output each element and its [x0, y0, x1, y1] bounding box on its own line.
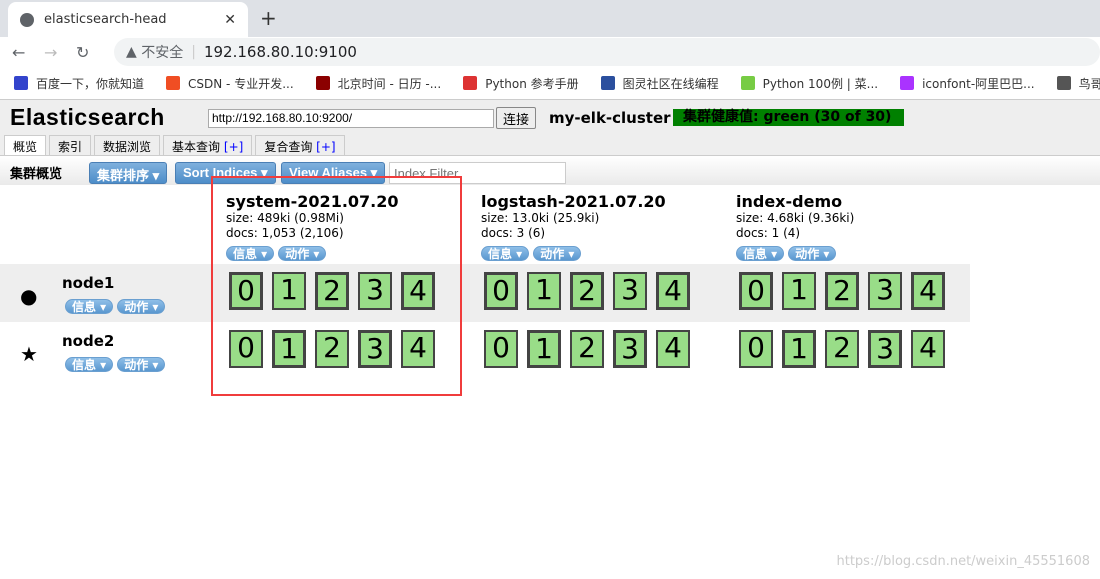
- replica-shard[interactable]: 1: [527, 272, 561, 310]
- bookmark-favicon-icon: [740, 76, 755, 90]
- browser-tab[interactable]: elasticsearch-head ✕: [8, 2, 248, 37]
- app-header: Elasticsearch http://192.168.80.10:9200/…: [0, 100, 1100, 156]
- primary-shard[interactable]: 0: [484, 272, 518, 310]
- primary-shard[interactable]: 0: [739, 272, 773, 310]
- bookmark-favicon-icon: [463, 76, 478, 90]
- back-icon[interactable]: ←: [12, 43, 44, 62]
- bookmarks-bar: 百度一下，你就知道 CSDN - 专业开发... 北京时间 - 日历 -... Pyt…: [0, 67, 1100, 100]
- bookmark-favicon-icon: [1056, 76, 1071, 90]
- circle-icon: ●: [20, 284, 38, 308]
- url-input[interactable]: ▲ 不安全 | 192.168.80.10:9100: [114, 38, 1100, 66]
- close-icon[interactable]: ✕: [224, 12, 236, 28]
- replica-shard[interactable]: 4: [911, 330, 945, 368]
- index-column: index-demo size: 4.68ki (9.36ki) docs: 1 (…: [736, 192, 855, 261]
- node-action-button[interactable]: 动作 ▾: [117, 357, 166, 372]
- bookmark-favicon-icon: [166, 76, 181, 90]
- primary-shard[interactable]: 1: [782, 330, 816, 368]
- node-row: ● node1 信息 ▾ 动作 ▾ 0 1 2 3 4 0 1 2 3 4 0 1 2 3 4: [0, 264, 970, 322]
- cluster-name: my-elk-cluster: [549, 109, 671, 127]
- replica-shard[interactable]: 3: [868, 272, 902, 310]
- index-action-button[interactable]: 动作 ▾: [788, 246, 837, 261]
- star-icon: ★: [20, 342, 38, 366]
- app-tab[interactable]: 复合查询 [+]: [255, 135, 345, 156]
- replica-shard[interactable]: 3: [613, 272, 647, 310]
- app-tab[interactable]: 基本查询 [+]: [163, 135, 253, 156]
- replica-shard[interactable]: 2: [825, 330, 859, 368]
- cluster-sort-button[interactable]: 集群排序 ▾: [89, 162, 168, 184]
- warning-icon: ▲: [126, 44, 137, 60]
- bookmark[interactable]: 图灵社区在线编程: [600, 75, 719, 92]
- app-tab[interactable]: 索引: [49, 135, 92, 156]
- watermark: https://blog.csdn.net/weixin_45551608: [836, 554, 1090, 569]
- primary-shard[interactable]: 3: [868, 330, 902, 368]
- bookmark-favicon-icon: [14, 76, 28, 90]
- overview-toolbar: 集群概览 集群排序 ▾ Sort Indices ▾ View Aliases …: [0, 155, 1100, 185]
- node-info-button[interactable]: 信息 ▾: [65, 299, 114, 314]
- app-tab[interactable]: 数据浏览: [94, 135, 161, 156]
- replica-shard[interactable]: 0: [484, 330, 518, 368]
- primary-shard[interactable]: 1: [527, 330, 561, 368]
- node-info-button[interactable]: 信息 ▾: [65, 357, 114, 372]
- primary-shard[interactable]: 4: [656, 272, 690, 310]
- cluster-url-input[interactable]: http://192.168.80.10:9200/: [208, 109, 494, 128]
- bookmark[interactable]: iconfont-阿里巴巴...: [900, 75, 1035, 92]
- bookmark-favicon-icon: [600, 76, 615, 90]
- bookmark-favicon-icon: [315, 76, 330, 90]
- index-column: logstash-2021.07.20 size: 13.0ki (25.9ki)…: [481, 192, 666, 261]
- toolbar-title: 集群概览: [10, 167, 63, 182]
- index-info-button[interactable]: 信息 ▾: [736, 246, 785, 261]
- index-info-button[interactable]: 信息 ▾: [481, 246, 530, 261]
- bookmark[interactable]: 百度一下，你就知道: [14, 75, 144, 92]
- bookmark[interactable]: CSDN - 专业开发...: [166, 75, 294, 92]
- primary-shard[interactable]: 2: [825, 272, 859, 310]
- replica-shard[interactable]: 4: [656, 330, 690, 368]
- address-bar: ← → ↻ ▲ 不安全 | 192.168.80.10:9100: [0, 37, 1100, 67]
- bookmark[interactable]: 鸟哥的Linu: [1056, 75, 1100, 92]
- bookmark[interactable]: Python 参考手册: [463, 75, 579, 92]
- node-row: ★ node2 信息 ▾ 动作 ▾ 0 1 2 3 4 0 1 2 3 4 0 1 2 3 4: [0, 322, 970, 380]
- browser-tabbar: elasticsearch-head ✕ +: [0, 0, 1100, 37]
- primary-shard[interactable]: 3: [613, 330, 647, 368]
- primary-shard[interactable]: 2: [570, 272, 604, 310]
- cluster-health-badge: 集群健康值: green (30 of 30): [673, 109, 904, 126]
- highlight-box: [211, 176, 462, 396]
- bookmark[interactable]: 北京时间 - 日历 -...: [315, 75, 441, 92]
- bookmark-favicon-icon: [900, 76, 915, 90]
- globe-icon: [20, 12, 34, 27]
- replica-shard[interactable]: 0: [739, 330, 773, 368]
- index-action-button[interactable]: 动作 ▾: [533, 246, 582, 261]
- reload-icon[interactable]: ↻: [76, 43, 108, 62]
- app-tab[interactable]: 概览: [4, 135, 47, 156]
- node-action-button[interactable]: 动作 ▾: [117, 299, 166, 314]
- connect-button[interactable]: 连接: [496, 107, 537, 129]
- bookmark[interactable]: Python 100例 | 菜...: [740, 75, 878, 92]
- primary-shard[interactable]: 4: [911, 272, 945, 310]
- forward-icon[interactable]: →: [44, 43, 76, 62]
- app-logo: Elasticsearch: [10, 104, 165, 130]
- new-tab-button[interactable]: +: [260, 6, 277, 30]
- replica-shard[interactable]: 1: [782, 272, 816, 310]
- replica-shard[interactable]: 2: [570, 330, 604, 368]
- app-tabs: 概览 索引 数据浏览 基本查询 [+] 复合查询 [+]: [4, 135, 348, 156]
